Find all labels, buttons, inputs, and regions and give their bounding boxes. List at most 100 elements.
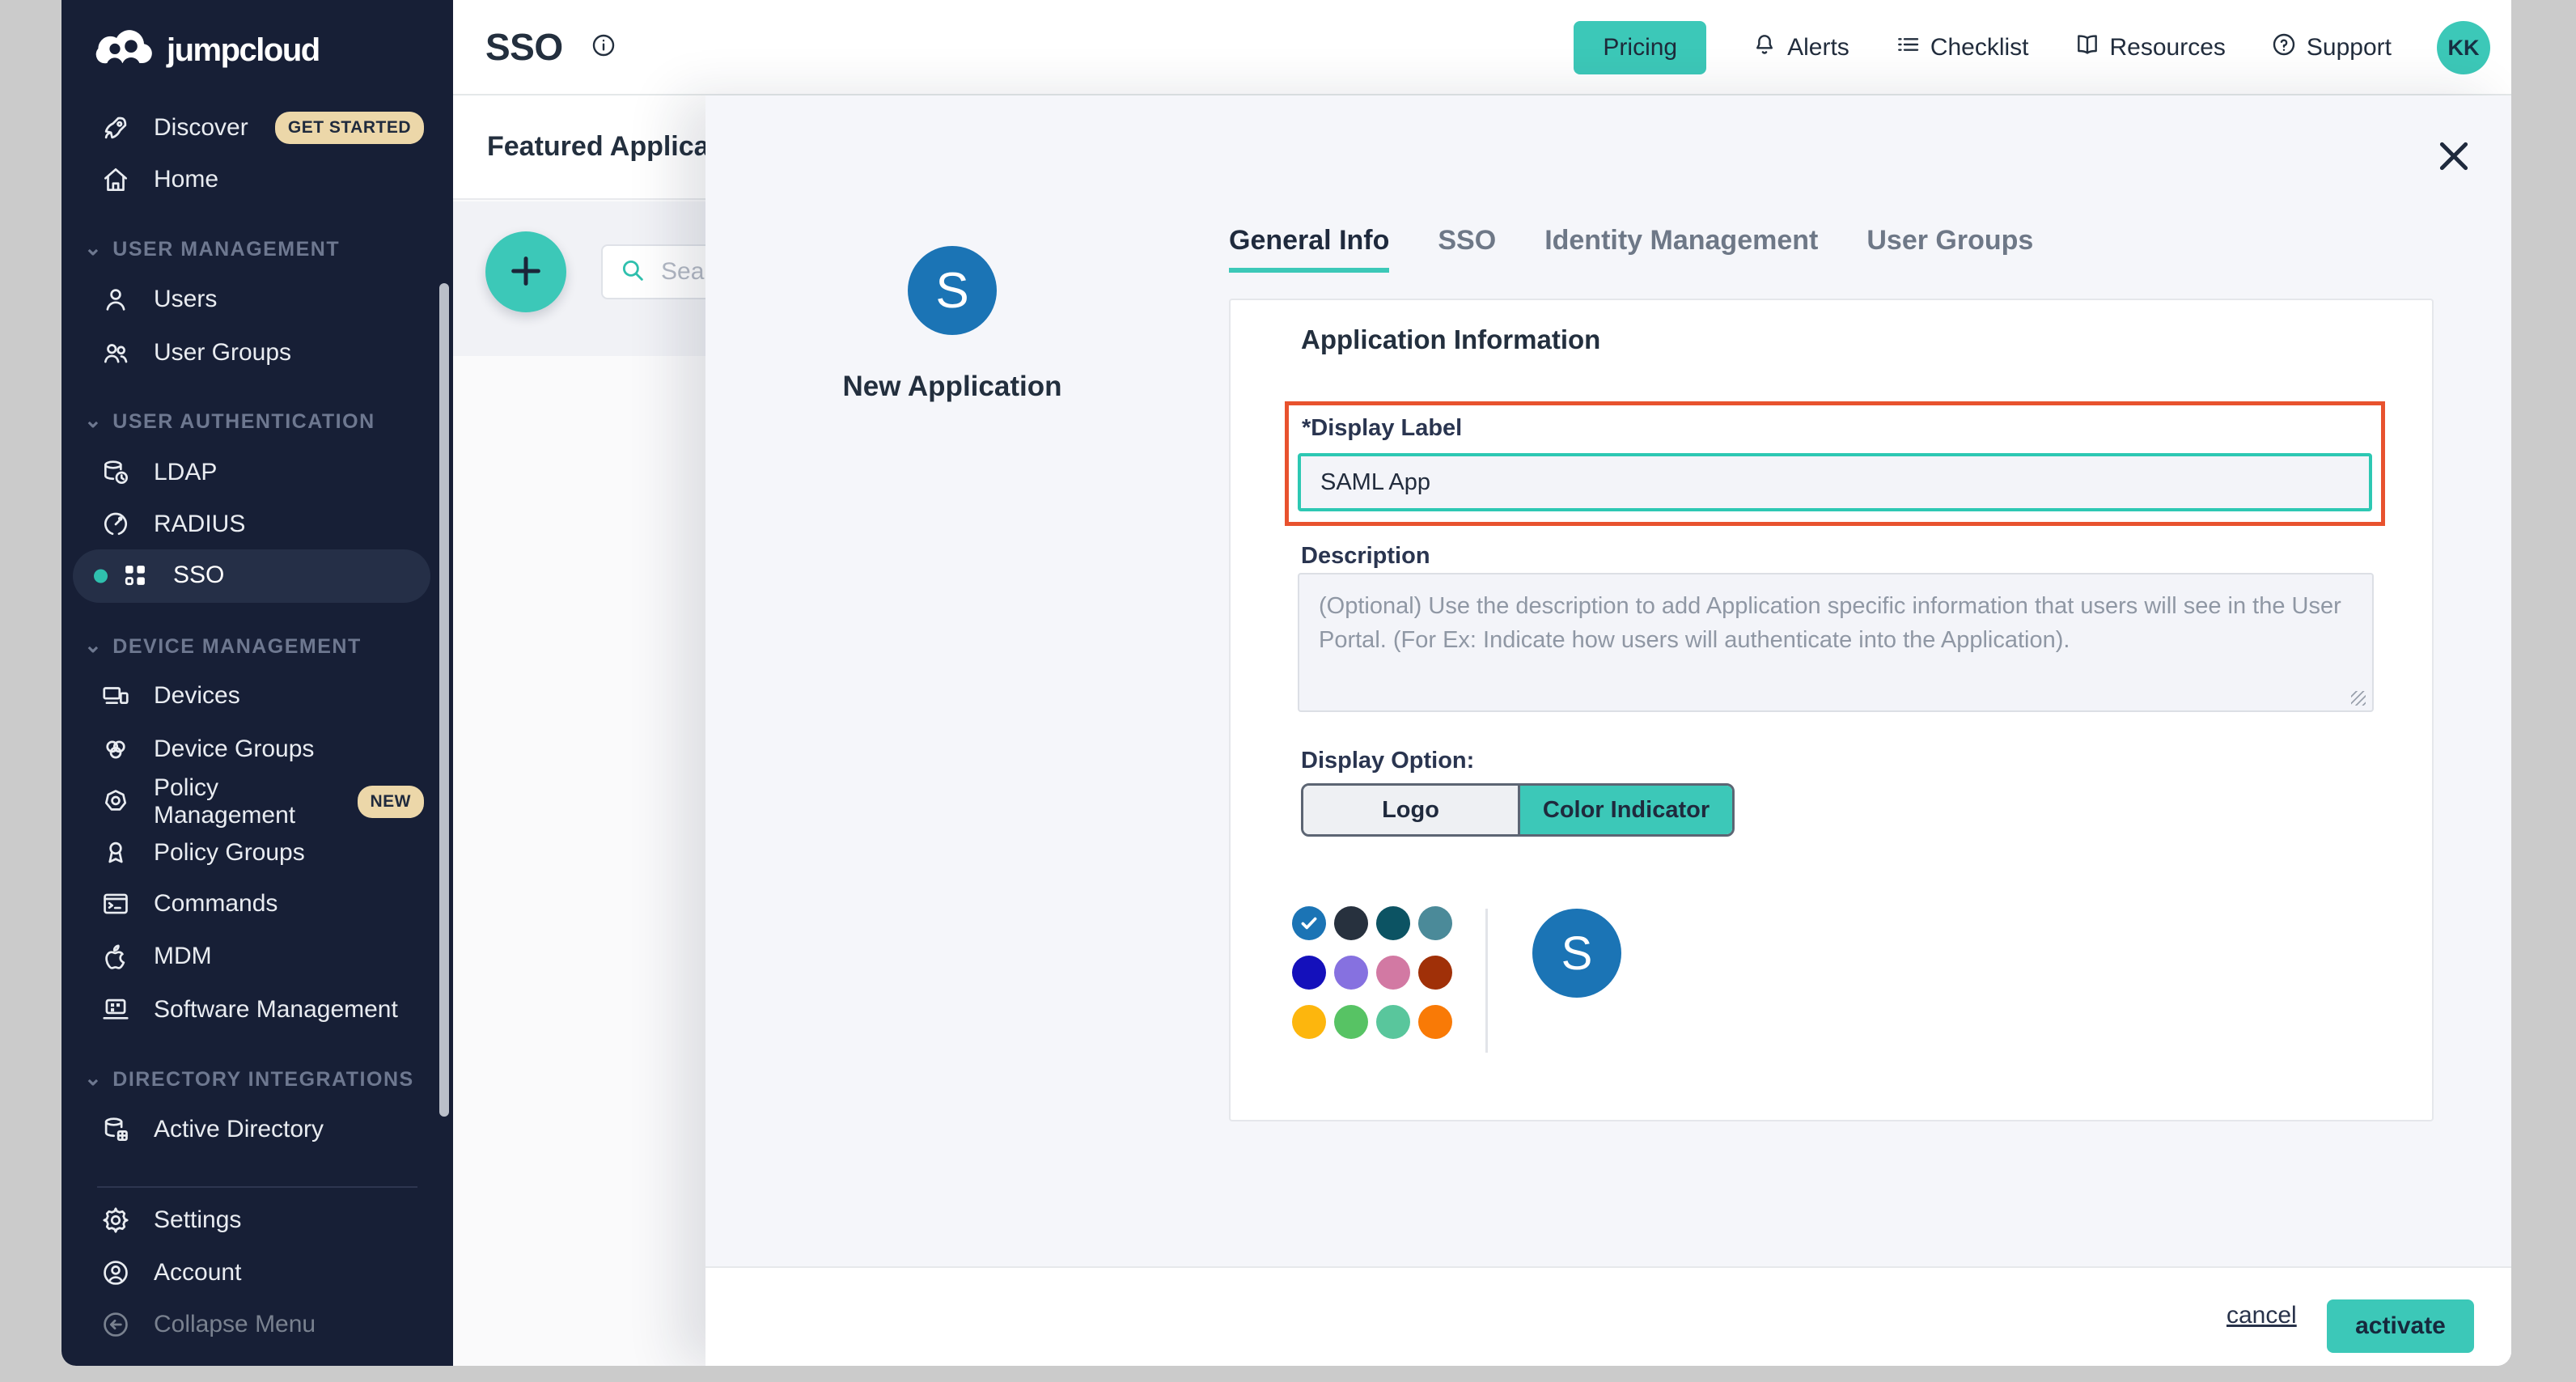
- arrow-left-circle-icon: [100, 1309, 131, 1340]
- sidebar-item-active-directory[interactable]: Active Directory: [61, 1104, 453, 1155]
- resources-button[interactable]: Resources: [2074, 32, 2226, 64]
- chevron-down-icon: ⌄: [84, 235, 103, 261]
- cloud-logo-icon: [94, 29, 155, 72]
- sidebar-item-devices[interactable]: Devices: [61, 670, 453, 722]
- card-heading: Application Information: [1301, 324, 1600, 355]
- tab-general-info[interactable]: General Info: [1229, 225, 1389, 273]
- search-icon: [619, 256, 646, 288]
- page-background: { "colors": { "accent_teal": "#3cc8b8", …: [0, 0, 2576, 1382]
- display-option-toggle: Logo Color Indicator: [1301, 783, 1735, 837]
- section-label: DEVICE MANAGEMENT: [112, 635, 361, 659]
- logo-option[interactable]: Logo: [1303, 786, 1520, 834]
- help-icon: [2271, 32, 2297, 64]
- sidebar-active-item-sso[interactable]: SSO: [73, 549, 430, 603]
- activate-button[interactable]: activate: [2327, 1299, 2474, 1353]
- page-title: SSO: [485, 25, 563, 69]
- sidebar-item-label: Collapse Menu: [154, 1311, 316, 1338]
- color-swatch[interactable]: [1334, 1005, 1368, 1039]
- sidebar-item-policy-groups[interactable]: Policy Groups: [61, 827, 453, 879]
- sidebar-item-label: Discover: [154, 114, 248, 142]
- checklist-label: Checklist: [1930, 34, 2029, 61]
- pricing-button[interactable]: Pricing: [1574, 21, 1706, 74]
- app-window: SSO Pricing Alerts Checklist Resources: [61, 0, 2511, 1366]
- checklist-button[interactable]: Checklist: [1895, 32, 2029, 64]
- sidebar-section-user-management[interactable]: ⌄ USER MANAGEMENT: [61, 228, 453, 270]
- new-badge: NEW: [358, 786, 425, 818]
- chevron-down-icon: ⌄: [84, 1066, 103, 1091]
- section-label: USER AUTHENTICATION: [112, 410, 375, 434]
- color-swatch[interactable]: [1418, 956, 1452, 990]
- sidebar-item-label: Account: [154, 1259, 241, 1287]
- user-avatar[interactable]: KK: [2437, 21, 2490, 74]
- section-label: DIRECTORY INTEGRATIONS: [112, 1068, 413, 1092]
- new-application-panel: S New Application General Info SSO Ident…: [705, 95, 2511, 1366]
- color-indicator-option[interactable]: Color Indicator: [1520, 786, 1732, 834]
- sidebar-item-label: MDM: [154, 943, 212, 970]
- color-swatch[interactable]: [1334, 956, 1368, 990]
- support-label: Support: [2307, 34, 2392, 61]
- sidebar-item-mdm[interactable]: MDM: [61, 931, 453, 982]
- gear-icon: [100, 1205, 131, 1236]
- support-button[interactable]: Support: [2271, 32, 2392, 64]
- get-started-badge: GET STARTED: [275, 112, 424, 144]
- color-swatch[interactable]: [1292, 1005, 1326, 1039]
- sidebar-section-device-management[interactable]: ⌄ DEVICE MANAGEMENT: [61, 625, 453, 668]
- sidebar-section-directory-integrations[interactable]: ⌄ DIRECTORY INTEGRATIONS: [61, 1058, 453, 1100]
- sidebar-item-discover[interactable]: Discover GET STARTED: [61, 102, 453, 154]
- add-application-button[interactable]: [485, 231, 566, 312]
- tab-user-groups[interactable]: User Groups: [1866, 225, 2033, 273]
- sidebar-item-collapse-menu[interactable]: Collapse Menu: [61, 1299, 453, 1350]
- plus-icon: [507, 252, 544, 292]
- color-swatch[interactable]: [1292, 906, 1326, 940]
- policy-groups-icon: [100, 837, 131, 868]
- user-group-icon: [100, 337, 131, 368]
- color-swatch[interactable]: [1292, 956, 1326, 990]
- sidebar-item-user-groups[interactable]: User Groups: [61, 327, 453, 379]
- color-swatch[interactable]: [1418, 1005, 1452, 1039]
- display-label-input[interactable]: [1298, 453, 2372, 511]
- book-icon: [2074, 32, 2100, 64]
- close-icon[interactable]: [2434, 136, 2474, 176]
- venn-icon: [100, 734, 131, 765]
- tab-sso[interactable]: SSO: [1438, 225, 1496, 273]
- color-swatch[interactable]: [1376, 1005, 1410, 1039]
- color-swatch[interactable]: [1376, 906, 1410, 940]
- sidebar-item-radius[interactable]: RADIUS: [61, 498, 453, 550]
- color-swatch[interactable]: [1418, 906, 1452, 940]
- sidebar-item-home[interactable]: Home: [61, 154, 453, 206]
- sidebar-item-commands[interactable]: Commands: [61, 878, 453, 930]
- jumpcloud-logo[interactable]: jumpcloud: [94, 29, 320, 72]
- sidebar-section-user-authentication[interactable]: ⌄ USER AUTHENTICATION: [61, 401, 453, 443]
- alerts-button[interactable]: Alerts: [1752, 32, 1849, 64]
- sidebar-item-software-management[interactable]: Software Management: [61, 984, 453, 1036]
- sidebar-item-label: Policy Groups: [154, 839, 305, 867]
- sidebar-item-label: Commands: [154, 890, 278, 918]
- sidebar-item-settings[interactable]: Settings: [61, 1194, 453, 1246]
- chevron-down-icon: ⌄: [84, 408, 103, 433]
- sidebar-item-sso[interactable]: SSO: [73, 549, 464, 601]
- sidebar: jumpcloud Discover GET STARTED Home ⌄ US…: [61, 0, 453, 1366]
- sidebar-item-device-groups[interactable]: Device Groups: [61, 723, 453, 775]
- top-bar: SSO Pricing Alerts Checklist Resources: [453, 0, 2511, 95]
- tab-identity-management[interactable]: Identity Management: [1544, 225, 1818, 273]
- bell-icon: [1752, 32, 1777, 64]
- top-actions: Pricing Alerts Checklist Resources Suppo…: [1574, 0, 2490, 95]
- policy-icon: [100, 786, 131, 817]
- chevron-down-icon: ⌄: [84, 633, 103, 658]
- panel-tabs: General Info SSO Identity Management Use…: [1229, 225, 2033, 273]
- check-icon: [1299, 913, 1320, 934]
- color-palette: [1292, 906, 1452, 1039]
- color-swatch[interactable]: [1334, 906, 1368, 940]
- sidebar-item-ldap[interactable]: LDAP: [61, 447, 453, 498]
- sidebar-item-label: Home: [154, 166, 218, 193]
- sidebar-item-users[interactable]: Users: [61, 273, 453, 325]
- sidebar-item-policy-management[interactable]: Policy Management NEW: [61, 776, 453, 828]
- color-swatch[interactable]: [1376, 956, 1410, 990]
- cancel-button[interactable]: cancel: [2226, 1302, 2297, 1329]
- sidebar-item-label: SSO: [173, 562, 224, 589]
- sidebar-item-account[interactable]: Account: [61, 1247, 453, 1299]
- info-icon[interactable]: [591, 32, 616, 62]
- sidebar-scrollbar[interactable]: [439, 283, 449, 1117]
- account-icon: [100, 1257, 131, 1288]
- description-textarea[interactable]: [1298, 573, 2374, 712]
